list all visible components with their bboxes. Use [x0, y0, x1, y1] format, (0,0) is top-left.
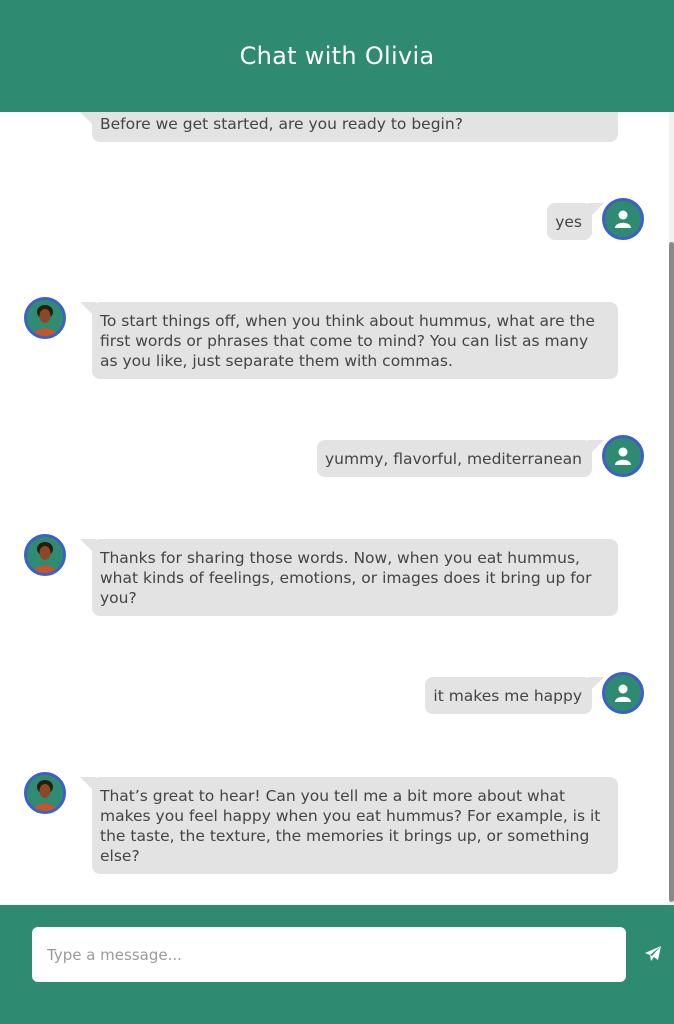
scrollbar[interactable] — [669, 112, 674, 905]
user-message: yummy, flavorful, mediterranean — [317, 440, 604, 477]
bot-avatar — [24, 772, 66, 814]
person-photo — [27, 537, 63, 573]
user-message: it makes me happy — [425, 677, 604, 714]
message-input[interactable] — [32, 927, 626, 982]
user-message-text: yes — [555, 213, 582, 231]
user-avatar — [602, 198, 644, 240]
bot-message: Thanks for sharing those words. Now, whe… — [80, 539, 618, 616]
person-photo — [27, 300, 63, 336]
composer — [0, 905, 674, 1024]
bot-message-text: Thanks for sharing those words. Now, whe… — [100, 549, 592, 607]
person-photo — [27, 775, 63, 811]
user-message: yes — [547, 203, 604, 240]
bot-message-text: To start things off, when you think abou… — [100, 312, 595, 370]
bot-avatar — [24, 297, 66, 339]
chat-title: Chat with Olivia — [239, 42, 435, 70]
bot-message: That’s great to hear! Can you tell me a … — [80, 777, 618, 874]
user-message-text: it makes me happy — [433, 687, 582, 705]
user-avatar — [602, 435, 644, 477]
bot-message: Before we get started, are you ready to … — [80, 112, 618, 142]
bot-message-text: That’s great to hear! Can you tell me a … — [100, 787, 601, 865]
chat-header: Chat with Olivia — [0, 0, 674, 112]
bot-message: To start things off, when you think abou… — [80, 302, 618, 379]
user-avatar — [602, 672, 644, 714]
user-icon — [615, 684, 631, 702]
send-button[interactable] — [642, 943, 664, 965]
user-message-text: yummy, flavorful, mediterranean — [325, 450, 582, 468]
user-icon — [615, 210, 631, 228]
scrollbar-thumb[interactable] — [669, 242, 674, 902]
bot-avatar — [24, 534, 66, 576]
paper-plane-icon — [645, 946, 661, 961]
message-list[interactable]: Before we get started, are you ready to … — [0, 112, 674, 905]
user-icon — [615, 447, 631, 465]
bot-message-text: Before we get started, are you ready to … — [100, 115, 463, 133]
